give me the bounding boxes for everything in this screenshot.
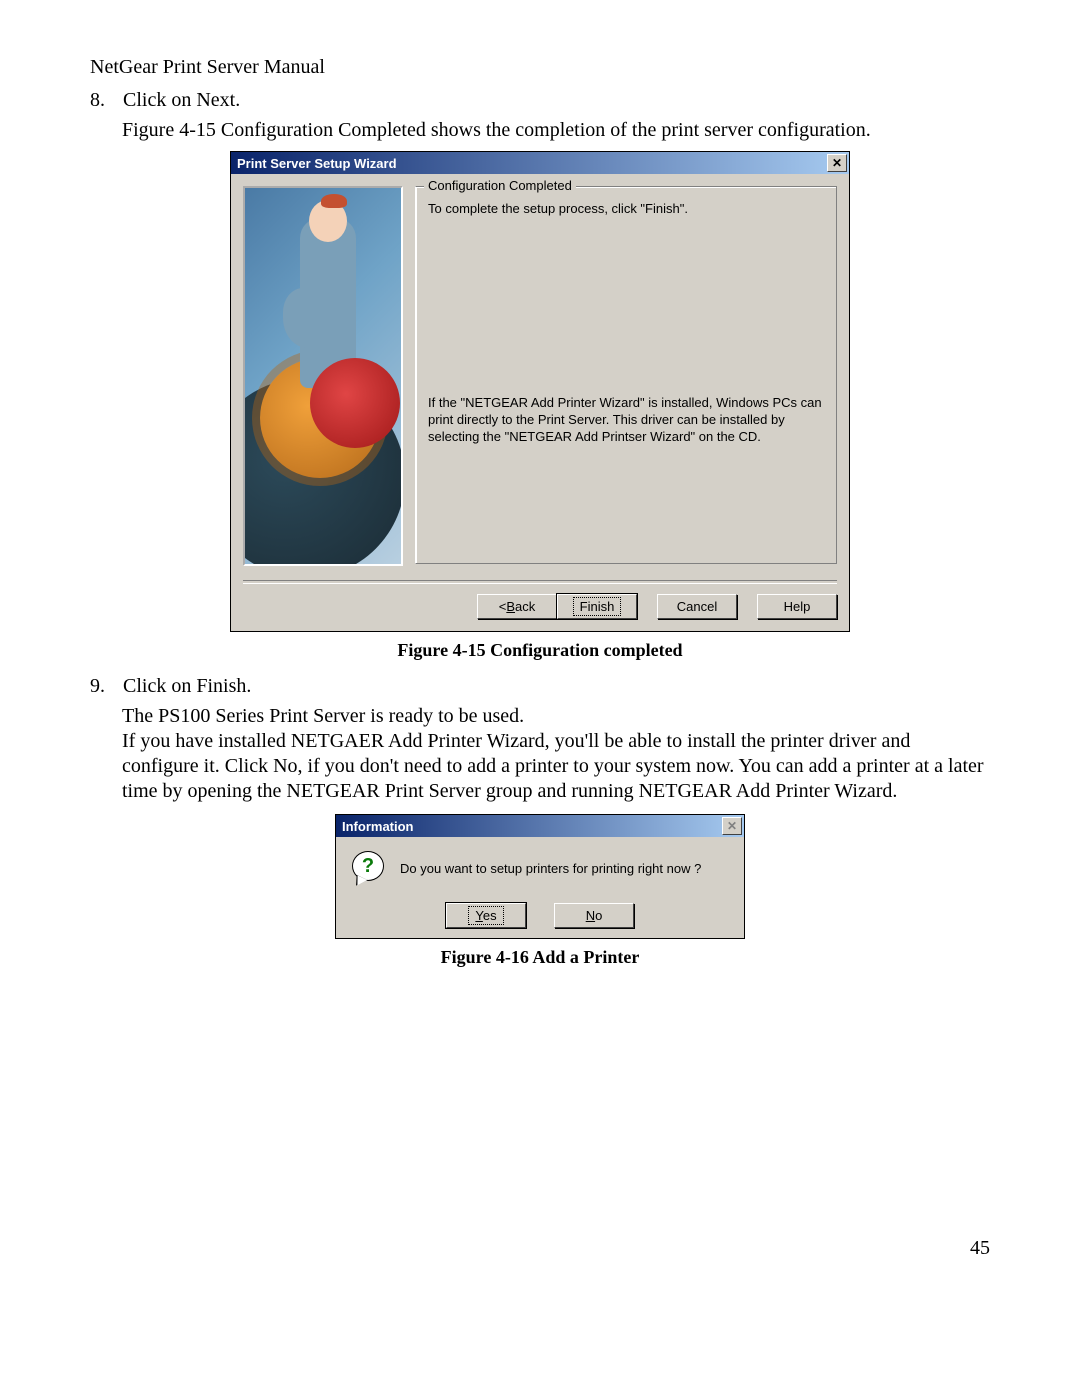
wizard-content: Configuration Completed To complete the … bbox=[415, 186, 837, 566]
step-9-instruction: Click on Finish. bbox=[123, 675, 251, 697]
info-body: ? Do you want to setup printers for prin… bbox=[336, 837, 744, 938]
info-title-text: Information bbox=[342, 819, 414, 834]
wizard-illustration bbox=[243, 186, 403, 566]
step-9-description-1: The PS100 Series Print Server is ready t… bbox=[122, 704, 990, 729]
figure-4-15-caption: Figure 4-15 Configuration completed bbox=[90, 640, 990, 661]
yes-button[interactable]: Yes bbox=[446, 903, 526, 928]
wizard-title-text: Print Server Setup Wizard bbox=[237, 156, 397, 171]
driver-info-message: If the "NETGEAR Add Printer Wizard" is i… bbox=[428, 395, 824, 446]
wizard-titlebar: Print Server Setup Wizard ✕ bbox=[231, 152, 849, 174]
no-button[interactable]: No bbox=[554, 903, 634, 928]
close-icon[interactable]: ✕ bbox=[827, 154, 847, 172]
finish-button[interactable]: Finish bbox=[557, 594, 637, 619]
step-9-number: 9. bbox=[90, 675, 118, 698]
manual-page: NetGear Print Server Manual 8. Click on … bbox=[0, 0, 1080, 1300]
config-completed-groupbox: Configuration Completed To complete the … bbox=[415, 186, 837, 564]
step-9-description-2: If you have installed NETGAER Add Printe… bbox=[122, 729, 990, 804]
cancel-button[interactable]: Cancel bbox=[657, 594, 737, 619]
question-icon: ? bbox=[350, 851, 384, 885]
info-titlebar: Information ✕ bbox=[336, 815, 744, 837]
groupbox-title: Configuration Completed bbox=[424, 178, 576, 193]
document-header: NetGear Print Server Manual bbox=[90, 56, 990, 79]
step-9: 9. Click on Finish. bbox=[90, 675, 990, 698]
information-dialog: Information ✕ ? Do you want to setup pri… bbox=[335, 814, 745, 939]
page-number: 45 bbox=[970, 1237, 990, 1260]
help-button[interactable]: Help bbox=[757, 594, 837, 619]
wizard-body: Configuration Completed To complete the … bbox=[231, 174, 849, 578]
info-message: Do you want to setup printers for printi… bbox=[400, 861, 701, 876]
completion-message: To complete the setup process, click "Fi… bbox=[428, 201, 824, 216]
step-8-number: 8. bbox=[90, 89, 118, 112]
step-8-description: Figure 4-15 Configuration Completed show… bbox=[122, 118, 990, 143]
step-8: 8. Click on Next. bbox=[90, 89, 990, 112]
info-button-row: Yes No bbox=[350, 903, 730, 928]
back-button[interactable]: < Back bbox=[477, 594, 557, 619]
close-icon[interactable]: ✕ bbox=[722, 817, 742, 835]
wizard-dialog: Print Server Setup Wizard ✕ Configuratio… bbox=[230, 151, 850, 632]
figure-4-16-caption: Figure 4-16 Add a Printer bbox=[90, 947, 990, 968]
step-8-instruction: Click on Next. bbox=[123, 89, 240, 111]
wizard-button-row: < Back Finish Cancel Help bbox=[231, 584, 849, 631]
